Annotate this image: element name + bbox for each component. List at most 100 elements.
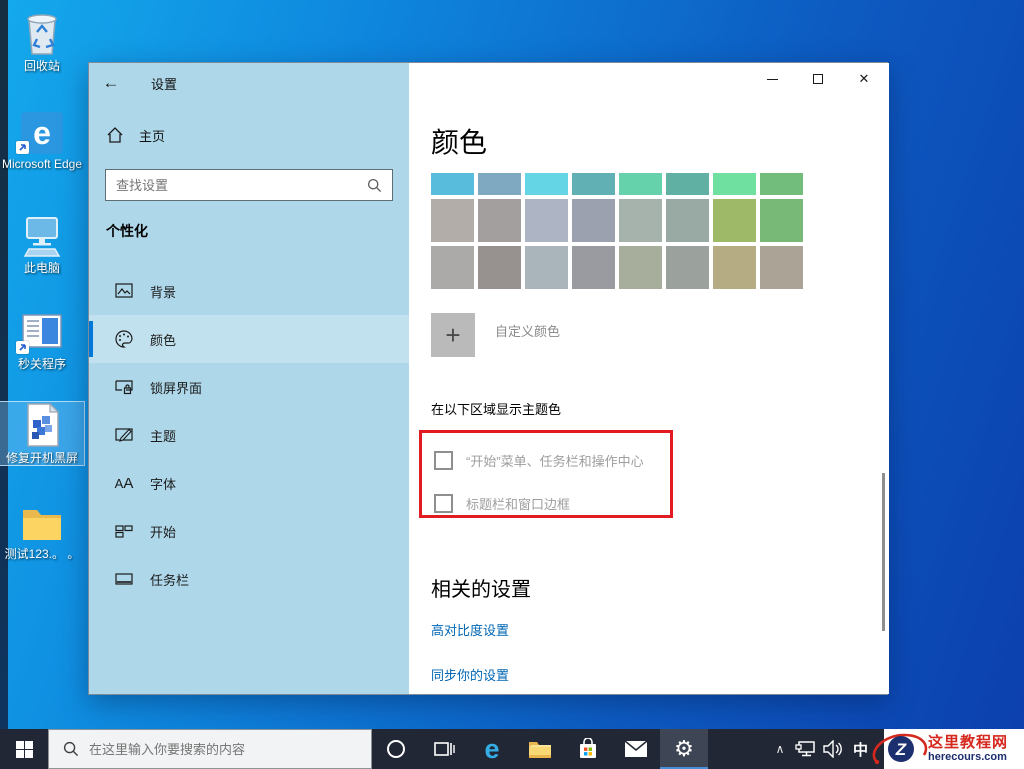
color-swatch[interactable]	[619, 199, 662, 242]
color-swatch[interactable]	[525, 199, 568, 242]
sidebar-item-themes[interactable]: 主题	[89, 411, 409, 459]
settings-taskbar-button[interactable]: ⚙	[660, 729, 708, 769]
color-swatch[interactable]	[431, 246, 474, 289]
sync-settings-link[interactable]: 同步你的设置	[431, 665, 889, 684]
plus-icon: +	[445, 320, 460, 351]
minimize-button[interactable]	[749, 63, 795, 95]
search-icon[interactable]	[367, 178, 392, 193]
color-swatch[interactable]	[666, 173, 709, 195]
color-swatch[interactable]	[431, 173, 474, 195]
sidebar-item-colors[interactable]: 颜色	[89, 315, 409, 363]
tray-chevron-button[interactable]: ∧	[767, 742, 793, 756]
maximize-button[interactable]	[795, 63, 841, 95]
color-swatch[interactable]	[619, 173, 662, 195]
desktop-icon-label: 秒关程序	[0, 357, 84, 371]
color-swatch[interactable]	[572, 199, 615, 242]
taskbar-search-box[interactable]	[48, 729, 372, 769]
color-swatch[interactable]	[713, 173, 756, 195]
shortcut-arrow-icon	[16, 141, 29, 154]
system-tray: ∧ 中	[767, 729, 876, 769]
desktop-icon-recycle-bin[interactable]: 回收站	[0, 10, 84, 73]
sidebar-item-start[interactable]: 开始	[89, 507, 409, 555]
windows-logo-icon	[16, 741, 33, 758]
sidebar-item-taskbar[interactable]: 任务栏	[89, 555, 409, 603]
taskbar-icon	[114, 569, 134, 589]
sidebar-item-home[interactable]: 主页	[105, 125, 165, 145]
sidebar-section-title: 个性化	[106, 221, 148, 241]
surfaces-heading: 在以下区域显示主题色	[431, 399, 889, 418]
color-swatch[interactable]	[760, 173, 803, 195]
sidebar-item-label: 字体	[150, 474, 176, 493]
window-title: 设置	[151, 74, 177, 93]
sidebar-item-label: 颜色	[150, 330, 176, 349]
desktop-icon-edge[interactable]: e Microsoft Edge	[0, 108, 84, 171]
color-swatch[interactable]	[525, 246, 568, 289]
close-button[interactable]: ✕	[841, 63, 887, 95]
related-settings-heading: 相关的设置	[431, 573, 889, 602]
file-explorer-button[interactable]	[516, 729, 564, 769]
desktop-icon-label: 回收站	[0, 59, 84, 73]
color-swatch[interactable]	[619, 246, 662, 289]
store-icon	[577, 738, 599, 760]
back-button[interactable]: ←	[89, 63, 133, 103]
settings-search-input[interactable]	[106, 178, 367, 193]
checkbox-row-titlebars[interactable]: 标题栏和窗口边框	[434, 490, 670, 516]
color-swatch[interactable]	[713, 199, 756, 242]
cortana-icon	[386, 739, 406, 759]
scrollbar-thumb[interactable]	[882, 473, 885, 631]
desktop-icon-this-pc[interactable]: 此电脑	[0, 212, 84, 275]
back-arrow-icon: ←	[103, 73, 120, 93]
gear-icon: ⚙	[674, 738, 694, 760]
edge-icon: e	[0, 108, 84, 154]
cortana-button[interactable]	[372, 729, 420, 769]
checkbox-label: 标题栏和窗口边框	[466, 494, 570, 513]
color-swatch[interactable]	[572, 246, 615, 289]
edge-icon: e	[484, 736, 499, 763]
edge-taskbar-button[interactable]: e	[468, 729, 516, 769]
settings-search-box[interactable]	[105, 169, 393, 201]
color-swatch[interactable]	[478, 246, 521, 289]
color-swatch[interactable]	[525, 173, 568, 195]
color-swatch[interactable]	[666, 199, 709, 242]
sidebar-item-label: 背景	[150, 282, 176, 301]
color-swatch[interactable]	[478, 199, 521, 242]
sidebar-item-label: 主题	[150, 426, 176, 445]
sidebar-item-lockscreen[interactable]: 锁屏界面	[89, 363, 409, 411]
color-swatch[interactable]	[478, 173, 521, 195]
desktop-icon-app[interactable]: 秒关程序	[0, 308, 84, 371]
checkbox[interactable]	[434, 494, 453, 513]
recycle-bin-icon	[0, 10, 84, 56]
desktop-icon-reg-file[interactable]: 修复开机黑屏	[0, 402, 84, 465]
high-contrast-link[interactable]: 高对比度设置	[431, 620, 889, 639]
taskbar-search-input[interactable]	[89, 742, 371, 757]
start-button[interactable]	[0, 729, 48, 769]
custom-color-button[interactable]: +	[431, 313, 475, 357]
checkbox-label: “开始”菜单、任务栏和操作中心	[466, 451, 644, 470]
color-swatch[interactable]	[572, 173, 615, 195]
sidebar-item-background[interactable]: 背景	[89, 267, 409, 315]
shortcut-arrow-icon	[16, 341, 29, 354]
desktop-icon-label: 测试123.。 。	[0, 547, 84, 561]
task-view-button[interactable]	[420, 729, 468, 769]
desktop-icon-folder[interactable]: 测试123.。 。	[0, 498, 84, 561]
background-icon	[114, 281, 134, 301]
accent-color-grid	[431, 173, 803, 289]
color-swatch[interactable]	[760, 199, 803, 242]
color-swatch[interactable]	[713, 246, 756, 289]
watermark-site-url: herecours.com	[928, 751, 1008, 763]
color-swatch[interactable]	[760, 246, 803, 289]
settings-content: 颜色	[409, 63, 889, 694]
mail-button[interactable]	[612, 729, 660, 769]
volume-tray-button[interactable]	[819, 740, 845, 758]
sidebar-item-fonts[interactable]: AA 字体	[89, 459, 409, 507]
mail-icon	[624, 740, 648, 758]
watermark-site-name: 这里教程网	[928, 735, 1008, 752]
search-icon	[63, 741, 79, 757]
checkbox[interactable]	[434, 451, 453, 470]
network-tray-button[interactable]	[793, 740, 819, 758]
store-button[interactable]	[564, 729, 612, 769]
checkbox-row-start-taskbar[interactable]: “开始”菜单、任务栏和操作中心	[434, 447, 670, 473]
desktop-icon-label: Microsoft Edge	[0, 157, 84, 171]
color-swatch[interactable]	[666, 246, 709, 289]
color-swatch[interactable]	[431, 199, 474, 242]
